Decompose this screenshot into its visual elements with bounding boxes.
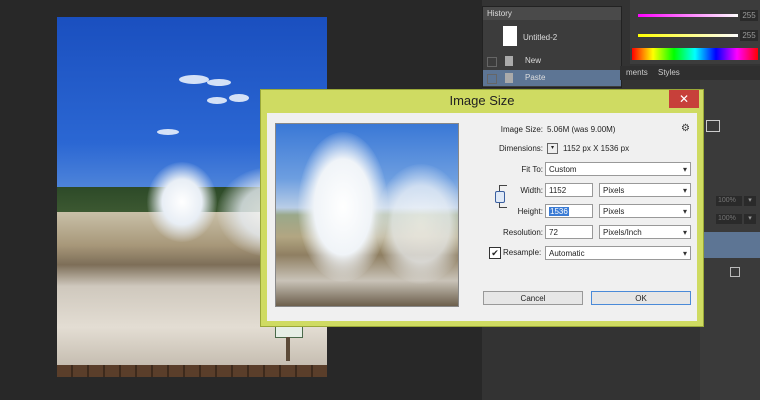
color-spectrum[interactable] xyxy=(632,48,758,60)
document-icon xyxy=(505,56,513,66)
tab-styles[interactable]: Styles xyxy=(658,66,680,80)
fill-field[interactable]: 100% xyxy=(716,214,742,224)
chevron-down-icon: ▾ xyxy=(682,228,687,237)
resolution-unit-select[interactable]: Pixels/Inch ▾ xyxy=(599,225,691,239)
sign-post xyxy=(286,337,290,361)
history-item-label: Paste xyxy=(525,73,546,82)
cancel-button[interactable]: Cancel xyxy=(483,291,583,305)
image-size-value: 5.06M (was 9.00M) xyxy=(547,125,616,134)
close-button[interactable]: ✕ xyxy=(669,90,699,108)
dialog-title: Image Size xyxy=(449,93,515,108)
height-unit-value: Pixels xyxy=(603,207,625,216)
resample-label: Resample: xyxy=(503,248,542,257)
layer-row-selected[interactable] xyxy=(704,232,760,258)
fit-to-select[interactable]: Custom ▾ xyxy=(545,162,691,176)
steam-cloud xyxy=(376,164,458,284)
color-slider[interactable] xyxy=(638,14,738,17)
chevron-down-icon[interactable]: ▾ xyxy=(744,214,756,224)
width-label: Width: xyxy=(520,186,543,195)
chevron-down-icon[interactable]: ▾ xyxy=(744,196,756,206)
height-value: 1536 xyxy=(549,207,569,216)
width-unit-select[interactable]: Pixels ▾ xyxy=(599,183,691,197)
tab-adjustments[interactable]: ments xyxy=(626,66,648,80)
fit-to-label: Fit To: xyxy=(521,165,543,174)
fit-to-value: Custom xyxy=(549,165,577,174)
height-input[interactable]: 1536 xyxy=(545,204,593,218)
dialog-body: Image Size: 5.06M (was 9.00M) ⚙ Dimensio… xyxy=(267,113,697,321)
resample-checkbox[interactable]: ✔ xyxy=(489,247,501,259)
chevron-down-icon: ▾ xyxy=(682,249,687,258)
color-slider[interactable] xyxy=(638,34,738,37)
resample-select[interactable]: Automatic ▾ xyxy=(545,246,691,260)
geyser-steam xyxy=(298,132,388,282)
boardwalk xyxy=(57,365,327,377)
chevron-down-icon: ▾ xyxy=(682,186,687,195)
document-icon xyxy=(505,73,513,83)
height-unit-select[interactable]: Pixels ▾ xyxy=(599,204,691,218)
lock-icon[interactable] xyxy=(730,267,740,277)
snapshot-label: Untitled-2 xyxy=(523,33,558,42)
geyser-steam xyxy=(147,162,217,242)
width-input[interactable]: 1152 xyxy=(545,183,593,197)
ok-button[interactable]: OK xyxy=(591,291,691,305)
image-preview xyxy=(275,123,459,307)
cloud xyxy=(157,129,179,135)
dimensions-label: Dimensions: xyxy=(498,144,543,153)
chevron-down-icon: ▾ xyxy=(682,207,687,216)
cloud xyxy=(207,79,231,86)
history-snapshot[interactable]: Untitled-2 xyxy=(483,21,621,53)
history-panel: History Untitled-2 New Paste xyxy=(482,6,622,88)
resolution-input[interactable]: 72 xyxy=(545,225,593,239)
chevron-down-icon[interactable]: ▾ xyxy=(547,143,558,154)
resolution-label: Resolution: xyxy=(502,228,543,237)
history-title: History xyxy=(483,7,621,20)
resolution-unit-value: Pixels/Inch xyxy=(603,228,642,237)
history-item-label: New xyxy=(525,56,542,65)
gear-icon[interactable]: ⚙ xyxy=(681,123,690,134)
history-item-paste[interactable]: Paste xyxy=(483,70,621,86)
dimensions-value: 1152 px X 1536 px xyxy=(563,144,630,153)
cloud xyxy=(179,75,209,84)
color-value[interactable]: 255 xyxy=(740,30,758,41)
cloud xyxy=(207,97,227,104)
image-size-label: Image Size: xyxy=(500,125,543,134)
grid-icon[interactable] xyxy=(706,120,720,132)
panel-tabs: ments Styles xyxy=(620,66,760,80)
color-value[interactable]: 255 xyxy=(740,10,758,21)
opacity-field[interactable]: 100% xyxy=(716,196,742,206)
snapshot-thumbnail xyxy=(503,26,517,46)
color-panel: 255 255 xyxy=(630,0,760,64)
resample-value: Automatic xyxy=(549,249,585,258)
checkbox-icon xyxy=(487,57,497,67)
history-item-new[interactable]: New xyxy=(483,53,621,69)
width-unit-value: Pixels xyxy=(603,186,625,195)
image-size-dialog: Image Size ✕ Image Size: 5.06M (was 9.00… xyxy=(260,89,704,327)
height-label: Height: xyxy=(517,207,543,216)
chevron-down-icon: ▾ xyxy=(682,165,687,174)
checkbox-icon xyxy=(487,74,497,84)
cloud xyxy=(229,94,249,102)
